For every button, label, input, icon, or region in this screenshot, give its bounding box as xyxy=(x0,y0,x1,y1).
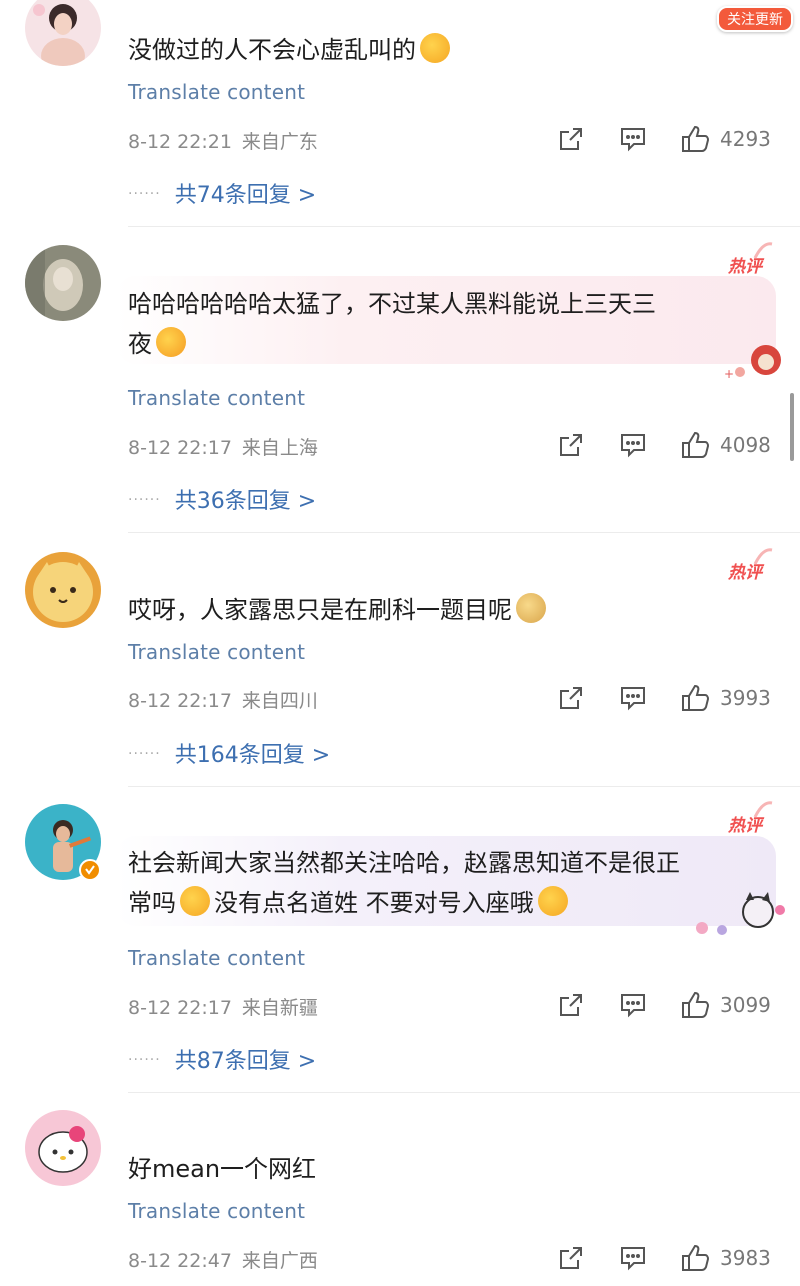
dots-icon: ······ xyxy=(128,492,161,508)
bubble-decoration-icon xyxy=(752,799,774,825)
comment-text: 社会新闻大家当然都关注哈哈，赵露思知道不是很正 常吗 没有点名道姓 不要对号入座哦 xyxy=(128,843,758,923)
dots-icon: ······ xyxy=(128,1052,161,1068)
like-count: 4098 xyxy=(720,433,771,457)
emoji-icon xyxy=(156,327,186,357)
share-icon[interactable] xyxy=(558,685,584,715)
comment-meta: 8-12 22:17 来自新疆 xyxy=(128,993,318,1020)
like-count: 3099 xyxy=(720,993,771,1017)
like-count: 3993 xyxy=(720,686,771,710)
comment-icon[interactable] xyxy=(619,1245,647,1275)
comment-icon[interactable] xyxy=(619,126,647,156)
comment-meta: 8-12 22:47 来自广西 xyxy=(128,1246,318,1273)
bubble-decoration-icon: + xyxy=(724,340,786,384)
translate-link[interactable]: Translate content xyxy=(128,946,305,970)
view-replies-link[interactable]: ······ 共74条回复 > xyxy=(128,177,316,209)
comment-time: 8-12 22:17 xyxy=(128,997,232,1019)
emoji-icon xyxy=(537,886,568,916)
like-icon[interactable] xyxy=(680,430,710,464)
like-icon[interactable] xyxy=(680,124,710,158)
verified-badge-icon xyxy=(79,859,101,881)
comment-time: 8-12 22:17 xyxy=(128,690,232,712)
comment-text-line: 夜 xyxy=(128,324,758,364)
avatar[interactable] xyxy=(25,245,101,321)
comment-text-line: 社会新闻大家当然都关注哈哈，赵露思知道不是很正 xyxy=(128,849,680,877)
divider xyxy=(128,786,800,787)
comment-icon[interactable] xyxy=(619,992,647,1022)
comment-location: 来自上海 xyxy=(241,437,318,459)
like-count: 3983 xyxy=(720,1246,771,1270)
comment-text-line: 哈哈哈哈哈哈太猛了，不过某人黑料能说上三天三 xyxy=(128,290,656,318)
comment-text: 好mean一个网红 xyxy=(128,1155,317,1183)
view-replies-link[interactable]: ······ 共164条回复 > xyxy=(128,737,330,769)
divider xyxy=(128,1092,800,1093)
comment-text: 没做过的人不会心虚乱叫的 xyxy=(128,30,758,70)
translate-link[interactable]: Translate content xyxy=(128,386,305,410)
avatar[interactable] xyxy=(25,0,101,66)
translate-link[interactable]: Translate content xyxy=(128,80,305,104)
avatar[interactable] xyxy=(25,1110,101,1186)
translate-link[interactable]: Translate content xyxy=(128,640,305,664)
comment-text: 哎呀，人家露思只是在刷科一题目呢 xyxy=(128,590,758,630)
comment-location: 来自四川 xyxy=(241,690,318,712)
share-icon[interactable] xyxy=(558,1245,584,1275)
like-count: 4293 xyxy=(720,127,771,151)
comment-time: 8-12 22:21 xyxy=(128,131,232,153)
view-replies-link[interactable]: ······ 共36条回复 > xyxy=(128,483,316,515)
comment-time: 8-12 22:17 xyxy=(128,437,232,459)
like-icon[interactable] xyxy=(680,1243,710,1277)
comment-location: 来自广东 xyxy=(241,131,318,153)
bubble-decoration-icon xyxy=(752,240,774,266)
comment-text-line: 常吗 没有点名道姓 不要对号入座哦 xyxy=(128,883,758,923)
comment-text: 哈哈哈哈哈哈太猛了，不过某人黑料能说上三天三 夜 xyxy=(128,284,758,364)
comment-location: 来自广西 xyxy=(241,1250,318,1272)
comment-meta: 8-12 22:17 来自四川 xyxy=(128,686,318,713)
avatar[interactable] xyxy=(25,552,101,628)
view-replies-link[interactable]: ······ 共87条回复 > xyxy=(128,1043,316,1075)
bubble-decoration-icon xyxy=(752,546,774,572)
like-icon[interactable] xyxy=(680,990,710,1024)
divider xyxy=(128,532,800,533)
translate-link[interactable]: Translate content xyxy=(128,1199,305,1223)
follow-update-badge[interactable]: 关注更新 xyxy=(717,6,793,32)
emoji-icon xyxy=(180,886,210,916)
dots-icon: ······ xyxy=(128,186,161,202)
scrollbar[interactable] xyxy=(790,393,794,461)
comment-meta: 8-12 22:21 来自广东 xyxy=(128,127,318,154)
dots-icon: ······ xyxy=(128,746,161,762)
svg-text:+: + xyxy=(724,367,734,380)
bubble-decoration-icon xyxy=(692,890,788,944)
comment-meta: 8-12 22:17 来自上海 xyxy=(128,433,318,460)
emoji-icon xyxy=(516,593,546,623)
divider xyxy=(128,226,800,227)
like-icon[interactable] xyxy=(680,683,710,717)
comment-icon[interactable] xyxy=(619,685,647,715)
share-icon[interactable] xyxy=(558,992,584,1022)
share-icon[interactable] xyxy=(558,126,584,156)
share-icon[interactable] xyxy=(558,432,584,462)
comment-time: 8-12 22:47 xyxy=(128,1250,232,1272)
emoji-icon xyxy=(420,33,450,63)
comment-location: 来自新疆 xyxy=(241,997,318,1019)
comment-icon[interactable] xyxy=(619,432,647,462)
